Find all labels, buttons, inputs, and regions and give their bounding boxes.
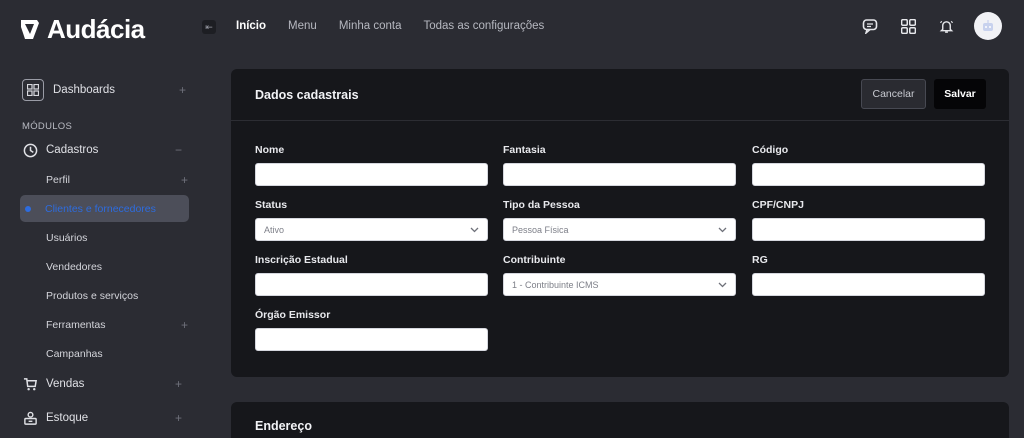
brand-logo[interactable]: Audácia [19,14,145,44]
orgao-emissor-field-group: Órgão Emissor [255,309,488,351]
grid-icon [22,79,44,101]
tipo-pessoa-select-value: Pessoa Física [512,224,569,235]
codigo-label: Código [752,144,789,156]
sidebar-item-label: Dashboards [53,84,116,96]
fantasia-input[interactable] [503,163,736,186]
status-label: Status [255,199,288,211]
chevron-down-icon [718,280,727,290]
sidebar-subitem-label: Campanhas [46,348,103,360]
tipo-pessoa-field-group: Tipo da Pessoa Pessoa Física [503,199,736,241]
orgao-emissor-label: Órgão Emissor [255,309,331,321]
sidebar-collapse-icon[interactable]: ⇤ [202,20,216,34]
apps-grid-icon[interactable] [898,16,918,36]
nome-label: Nome [255,144,285,156]
clock-icon [22,142,38,158]
sidebar-item-estoque[interactable]: Estoque + [22,406,188,430]
expand-icon: + [174,411,182,425]
chevron-down-icon [470,225,479,235]
inscricao-estadual-input[interactable] [255,273,488,296]
chat-icon[interactable] [860,16,880,36]
status-select-value: Ativo [264,224,285,235]
tipo-pessoa-label: Tipo da Pessoa [503,199,580,211]
sidebar-subitem-produtos-servicos[interactable]: Produtos e serviços [46,285,188,307]
sidebar-subitem-usuarios[interactable]: Usuários [46,227,188,249]
expand-icon: + [180,318,188,332]
sidebar-subitem-label: Ferramentas [46,319,106,331]
notification-bell-icon[interactable] [936,16,956,36]
codigo-input[interactable] [752,163,985,186]
sidebar-subitem-label: Perfil [46,174,70,186]
card-title: Dados cadastrais [255,87,359,102]
sidebar-item-label: Cadastros [46,144,99,156]
top-icons [860,12,1002,40]
rg-label: RG [752,254,768,266]
sidebar-subitem-label: Vendedores [46,261,103,273]
topnav-minha-conta[interactable]: Minha conta [339,20,402,32]
brand-name: Audácia [47,13,145,44]
inscricao-estadual-label: Inscrição Estadual [255,254,348,266]
rg-field-group: RG [752,254,985,296]
tipo-pessoa-select[interactable]: Pessoa Física [503,218,736,241]
sidebar-item-label: Vendas [46,378,85,390]
card-header: Dados cadastrais Cancelar Salvar [231,69,1009,121]
contribuinte-select[interactable]: 1 - Contribuinte ICMS [503,273,736,296]
fantasia-field-group: Fantasia [503,144,736,186]
logo-mark-icon [21,20,39,39]
fantasia-label: Fantasia [503,144,546,156]
endereco-card: Endereço [231,402,1009,438]
codigo-field-group: Código [752,144,985,186]
sidebar-item-cadastros[interactable]: Cadastros − [22,138,188,162]
box-person-icon [22,410,38,426]
user-avatar[interactable] [974,12,1002,40]
cancel-button[interactable]: Cancelar [861,79,926,109]
orgao-emissor-input[interactable] [255,328,488,351]
avatar-icon [983,20,993,31]
sidebar-item-dashboards[interactable]: Dashboards + [22,76,192,104]
sidebar-item-label: Estoque [46,412,89,424]
sidebar-subitem-label: Clientes e fornecedores [45,202,156,215]
cpf-cnpj-input[interactable] [752,218,985,241]
cpf-cnpj-field-group: CPF/CNPJ [752,199,985,241]
save-button[interactable]: Salvar [934,79,986,109]
topnav-inicio[interactable]: Início [236,20,266,32]
sidebar-item-vendas[interactable]: Vendas + [22,372,188,396]
top-navigation: Início Menu Minha conta Todas as configu… [236,20,544,32]
dados-cadastrais-card: Dados cadastrais Cancelar Salvar Nome Fa… [231,69,1009,377]
contribuinte-select-value: 1 - Contribuinte ICMS [512,279,599,290]
sidebar-subitem-campanhas[interactable]: Campanhas [46,343,188,365]
chevron-down-icon [718,225,727,235]
sidebar-subitem-clientes-fornecedores[interactable]: Clientes e fornecedores [20,195,189,222]
topnav-todas-configuracoes[interactable]: Todas as configurações [423,20,544,32]
cpf-cnpj-label: CPF/CNPJ [752,199,804,211]
expand-icon: + [178,83,186,97]
sidebar-subitem-label: Usuários [46,232,88,244]
card-title: Endereço [255,419,312,433]
status-select[interactable]: Ativo [255,218,488,241]
sidebar-subitem-perfil[interactable]: Perfil + [46,169,188,191]
contribuinte-field-group: Contribuinte 1 - Contribuinte ICMS [503,254,736,296]
section-title-modulos: MÓDULOS [22,121,73,132]
expand-icon: + [180,173,188,187]
active-dot-icon [25,205,31,212]
status-field-group: Status Ativo [255,199,488,241]
sidebar-subitem-ferramentas[interactable]: Ferramentas + [46,314,188,336]
collapse-icon: − [174,143,182,157]
nome-input[interactable] [255,163,488,186]
sidebar-subitem-vendedores[interactable]: Vendedores [46,256,188,278]
sidebar: Audácia ⇤ Dashboards + MÓDULOS Cadastros… [0,0,216,438]
expand-icon: + [174,377,182,391]
contribuinte-label: Contribuinte [503,254,566,266]
rg-input[interactable] [752,273,985,296]
nome-field-group: Nome [255,144,488,186]
sidebar-subitem-label: Produtos e serviços [46,290,139,302]
cart-icon [22,376,38,392]
topnav-menu[interactable]: Menu [288,20,317,32]
inscricao-estadual-field-group: Inscrição Estadual [255,254,488,296]
